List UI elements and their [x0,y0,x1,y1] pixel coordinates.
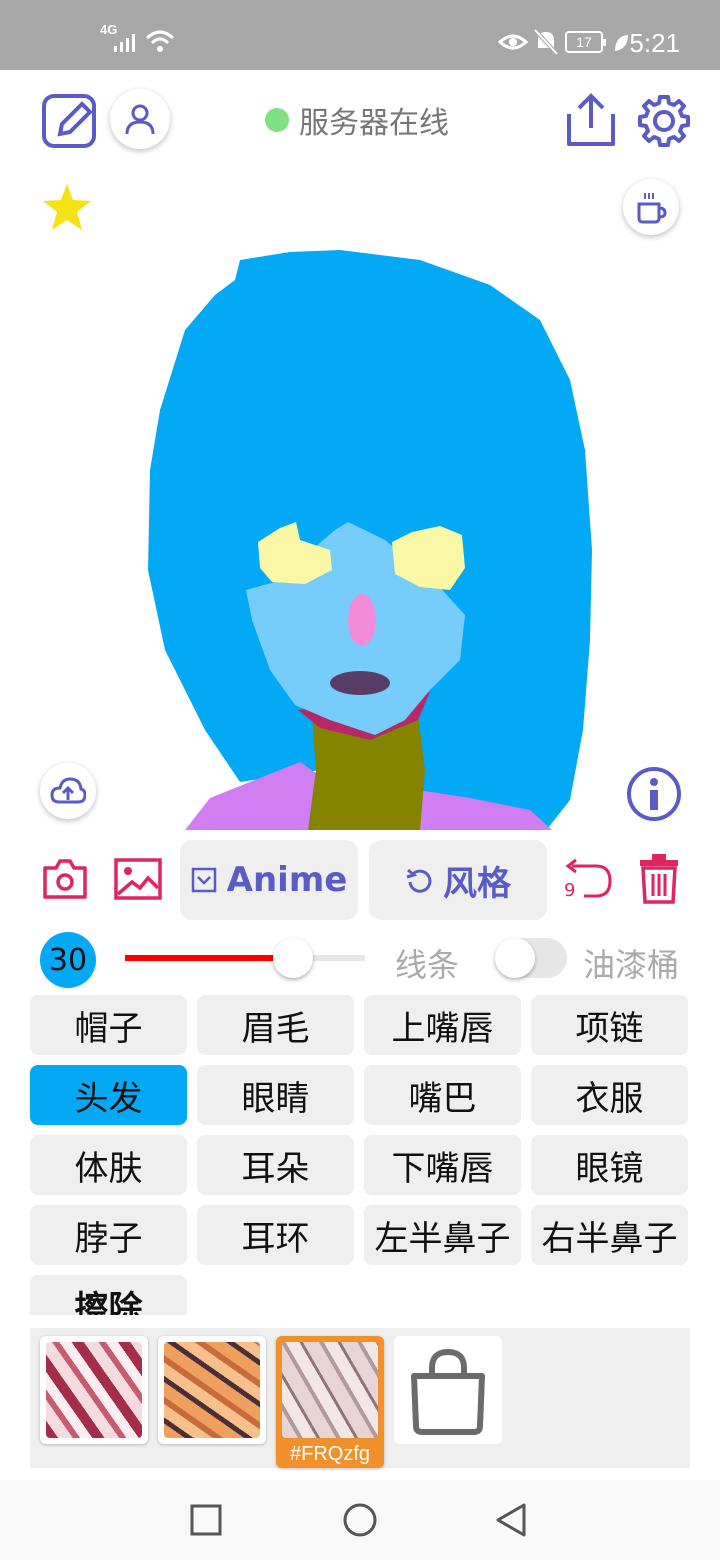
bucket-mode-label: 油漆桶 [583,946,680,984]
nose-region [348,594,376,646]
style-thumbnails: #FRQzfg [30,1328,690,1468]
home-button[interactable] [342,1502,378,1538]
navigation-bar [0,1480,720,1560]
part-button[interactable]: 衣服 [531,1065,688,1125]
checkbox-icon [191,867,216,893]
user-button[interactable] [110,89,170,149]
part-button[interactable]: 右半鼻子 [531,1205,688,1265]
slider-thumb[interactable] [273,938,313,978]
part-button[interactable]: 下嘴唇 [364,1135,521,1195]
brush-size-slider[interactable] [125,955,365,961]
server-status-label: 服务器在线 [299,106,449,141]
part-button[interactable]: 眉毛 [197,995,354,1055]
bucket-toggle[interactable] [495,938,567,978]
part-button[interactable]: 眼镜 [531,1135,688,1195]
part-button[interactable]: 擦除 [30,1275,187,1315]
brush-size-badge: 30 [40,932,96,988]
shopping-bag-icon [411,1348,485,1435]
user-icon [125,104,155,135]
part-button[interactable]: 上嘴唇 [364,995,521,1055]
line-mode-label: 线条 [395,946,460,984]
gear-icon[interactable] [636,93,692,149]
refresh-icon [406,868,432,893]
toggle-knob [495,938,535,978]
style-preview [282,1342,378,1438]
wifi-icon [145,30,175,52]
cloud-upload-icon [50,777,86,804]
undo-count: 9 [564,880,576,901]
style-thumbnail[interactable] [40,1336,148,1444]
parts-grid: 帽子 眉毛 上嘴唇 项链头发 眼睛 嘴巴 衣服体肤 耳朵 下嘴唇 眼镜脖子 耳环 左半鼻子 右半鼻子擦除 [30,995,690,1315]
mouth-region [330,671,390,695]
part-button[interactable]: 脖子 [30,1205,187,1265]
eye-icon [498,34,528,50]
clock: 5:21 [629,28,680,58]
part-button[interactable]: 嘴巴 [364,1065,521,1125]
battery-indicator: 17 [565,31,606,53]
camera-icon[interactable] [42,858,88,900]
leaf-icon [615,35,628,51]
upload-button[interactable] [40,763,96,819]
model-label: Anime [226,860,348,900]
part-button[interactable]: 头发 [30,1065,187,1125]
mute-bell-icon [533,28,559,56]
style-preview [164,1342,260,1438]
model-button[interactable]: Anime [180,840,358,920]
style-tag: #FRQzfg [289,1443,371,1465]
style-thumbnail[interactable] [158,1336,266,1444]
style-shop-button[interactable] [394,1336,502,1444]
trash-icon[interactable] [636,852,682,906]
part-button[interactable]: 帽子 [30,995,187,1055]
status-bar: 4G 17 5:21 [0,0,720,70]
server-status: 服务器在线 [265,100,449,141]
style-label: 风格 [443,863,511,904]
info-icon[interactable] [626,766,682,822]
part-button[interactable]: 左半鼻子 [364,1205,521,1265]
style-thumbnail-selected[interactable]: #FRQzfg [276,1336,384,1468]
part-button[interactable]: 耳环 [197,1205,354,1265]
part-button[interactable]: 体肤 [30,1135,187,1195]
online-dot [265,108,289,132]
recents-button[interactable] [190,1504,222,1536]
gallery-icon[interactable] [114,858,162,900]
edit-icon[interactable] [40,90,100,150]
part-button[interactable]: 项链 [531,995,688,1055]
style-button[interactable]: 风格 [369,840,547,920]
slider-fill [125,955,293,961]
back-button[interactable] [494,1502,528,1538]
part-button[interactable]: 耳朵 [197,1135,354,1195]
signal-icon [114,34,135,52]
style-preview [46,1342,142,1438]
part-button[interactable]: 眼睛 [197,1065,354,1125]
share-icon[interactable] [563,90,619,150]
drawing-canvas[interactable] [0,170,720,830]
